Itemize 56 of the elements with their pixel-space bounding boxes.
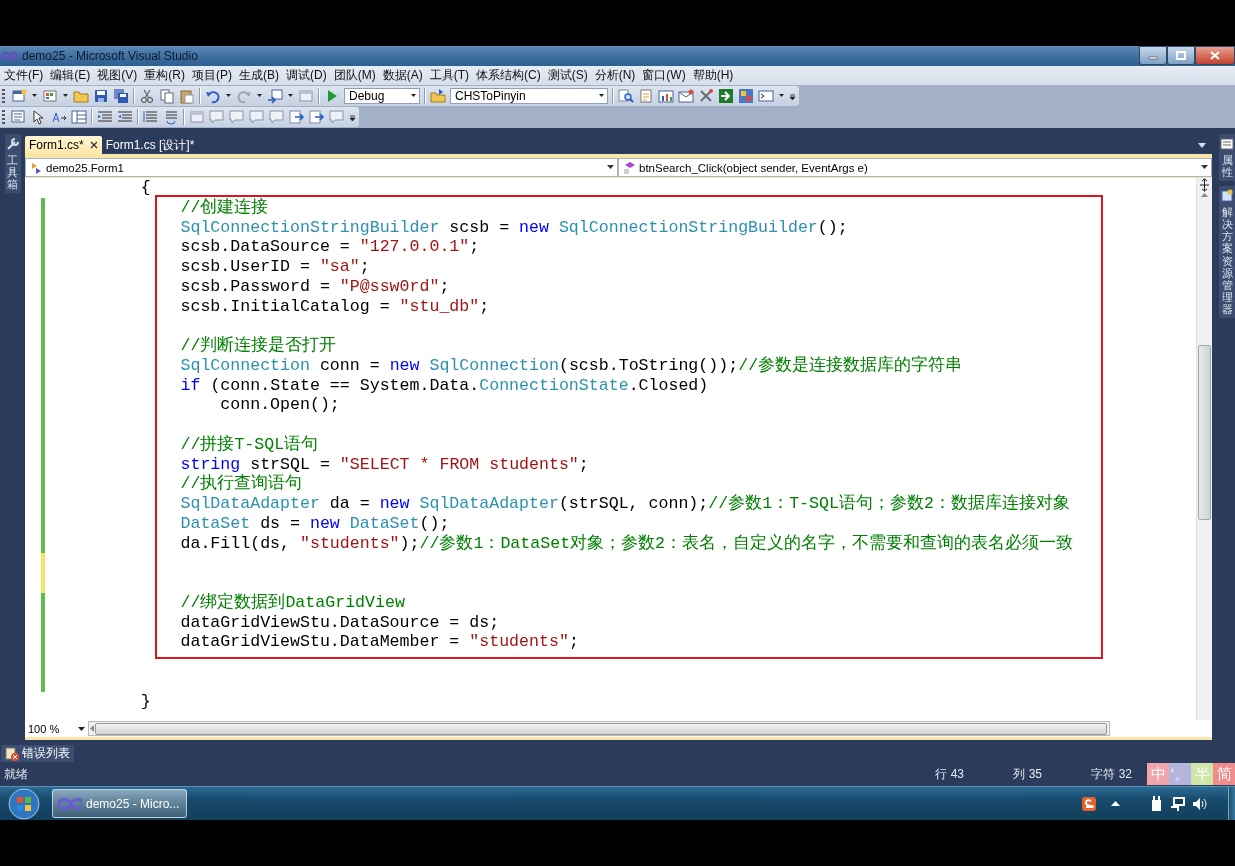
code-line: SqlConnection conn = new SqlConnection(scsb.ToString());//参数是连接数据库的字符串 <box>179 355 963 376</box>
menu-item[interactable]: 项目(P) <box>189 66 235 85</box>
dock-tab[interactable]: 属性 <box>1219 134 1235 182</box>
column-indicator: 列 35 <box>1013 765 1043 783</box>
code-line: //创建连接 <box>179 197 269 218</box>
menu-item[interactable]: 团队(M) <box>330 66 379 85</box>
tool-window-tab[interactable]: 错误列表 <box>1 745 74 762</box>
char-indicator: 字符 32 <box>1091 765 1132 783</box>
code-line: da.Fill(ds, "students");//参数1：DataSet对象；参数2：表名，自定义的名字，不需要和查询的表名必须一致 <box>179 533 1074 554</box>
configuration-dropdown[interactable]: Debug <box>344 87 420 104</box>
code-line: //判断连接是否打开 <box>179 336 337 356</box>
code-line: //拼接T-SQL语句 <box>179 434 319 455</box>
code-line: { <box>139 178 151 198</box>
menu-item[interactable]: 帮助(H) <box>689 66 737 85</box>
window-title: demo25 - Microsoft Visual Studio <box>22 49 198 63</box>
solution-dropdown[interactable]: CHSToPinyin <box>450 87 608 104</box>
document-tab[interactable]: Form1.cs [设计]* <box>101 136 199 154</box>
menu-item[interactable]: 生成(B) <box>236 66 282 85</box>
status-message: 就绪 <box>4 765 28 783</box>
menu-item[interactable]: 调试(D) <box>283 66 330 85</box>
menu-item[interactable]: 测试(S) <box>544 66 591 85</box>
menu-item[interactable]: 数据(A) <box>379 66 426 85</box>
line-indicator: 行 43 <box>935 765 965 783</box>
code-line: dataGridViewStu.DataMember = "students"; <box>179 632 579 652</box>
code-line: scsb.Password = "P@ssw0rd"; <box>179 276 450 297</box>
document-tab[interactable]: Form1.cs* <box>25 136 102 154</box>
member-dropdown[interactable]: btnSearch_Click(object sender, EventArgs e) <box>618 158 1212 177</box>
code-line: string strSQL = "SELECT * FROM students"; <box>179 454 589 474</box>
menu-item[interactable]: 体系结构(C) <box>473 66 544 85</box>
code-line: if (conn.State == System.Data.ConnectionState.Closed) <box>179 375 709 396</box>
menu-item[interactable]: 工具(T) <box>426 66 472 85</box>
taskbar-button[interactable]: demo25 - Micro... <box>52 789 187 818</box>
code-line: conn.Open(); <box>219 395 340 415</box>
code-line: } <box>139 691 151 712</box>
dock-label: 工具箱 <box>7 154 18 191</box>
code-line: scsb.UserID = "sa"; <box>179 257 370 277</box>
dock-tab[interactable]: 解决方案资源管理器 <box>1219 186 1235 319</box>
code-line: SqlDataAdapter da = new SqlDataAdapter(strSQL, conn);//参数1：T-SQL语句；参数2：数据库连接对象 <box>179 494 1070 514</box>
dock-label: 解决方案资源管理器 <box>1221 206 1233 316</box>
menu-item[interactable]: 窗口(W) <box>639 66 689 85</box>
menu-item[interactable]: 文件(F) <box>1 66 47 85</box>
menu-item[interactable]: 编辑(E) <box>47 66 94 85</box>
menu-item[interactable]: 视图(V) <box>94 66 141 85</box>
code-line: //执行查询语句 <box>179 474 303 494</box>
dock-label: 属性 <box>1221 154 1233 179</box>
menu-item[interactable]: 分析(N) <box>591 66 639 85</box>
code-line: scsb.InitialCatalog = "stu_db"; <box>179 296 490 317</box>
code-line: //绑定数据到DataGridView <box>179 592 405 613</box>
dock-tab[interactable]: 工具箱 <box>4 134 21 194</box>
menu-item[interactable]: 重构(R) <box>141 66 188 85</box>
code-line: scsb.DataSource = "127.0.0.1"; <box>179 237 480 257</box>
zoom-dropdown[interactable]: 100 % <box>25 721 88 736</box>
code-line: dataGridViewStu.DataSource = ds; <box>179 612 500 633</box>
type-dropdown[interactable]: demo25.Form1 <box>25 158 618 177</box>
code-line: DataSet ds = new DataSet(); <box>179 513 450 534</box>
code-line: SqlConnectionStringBuilder scsb = new SqlConnectionStringBuilder(); <box>179 217 848 238</box>
